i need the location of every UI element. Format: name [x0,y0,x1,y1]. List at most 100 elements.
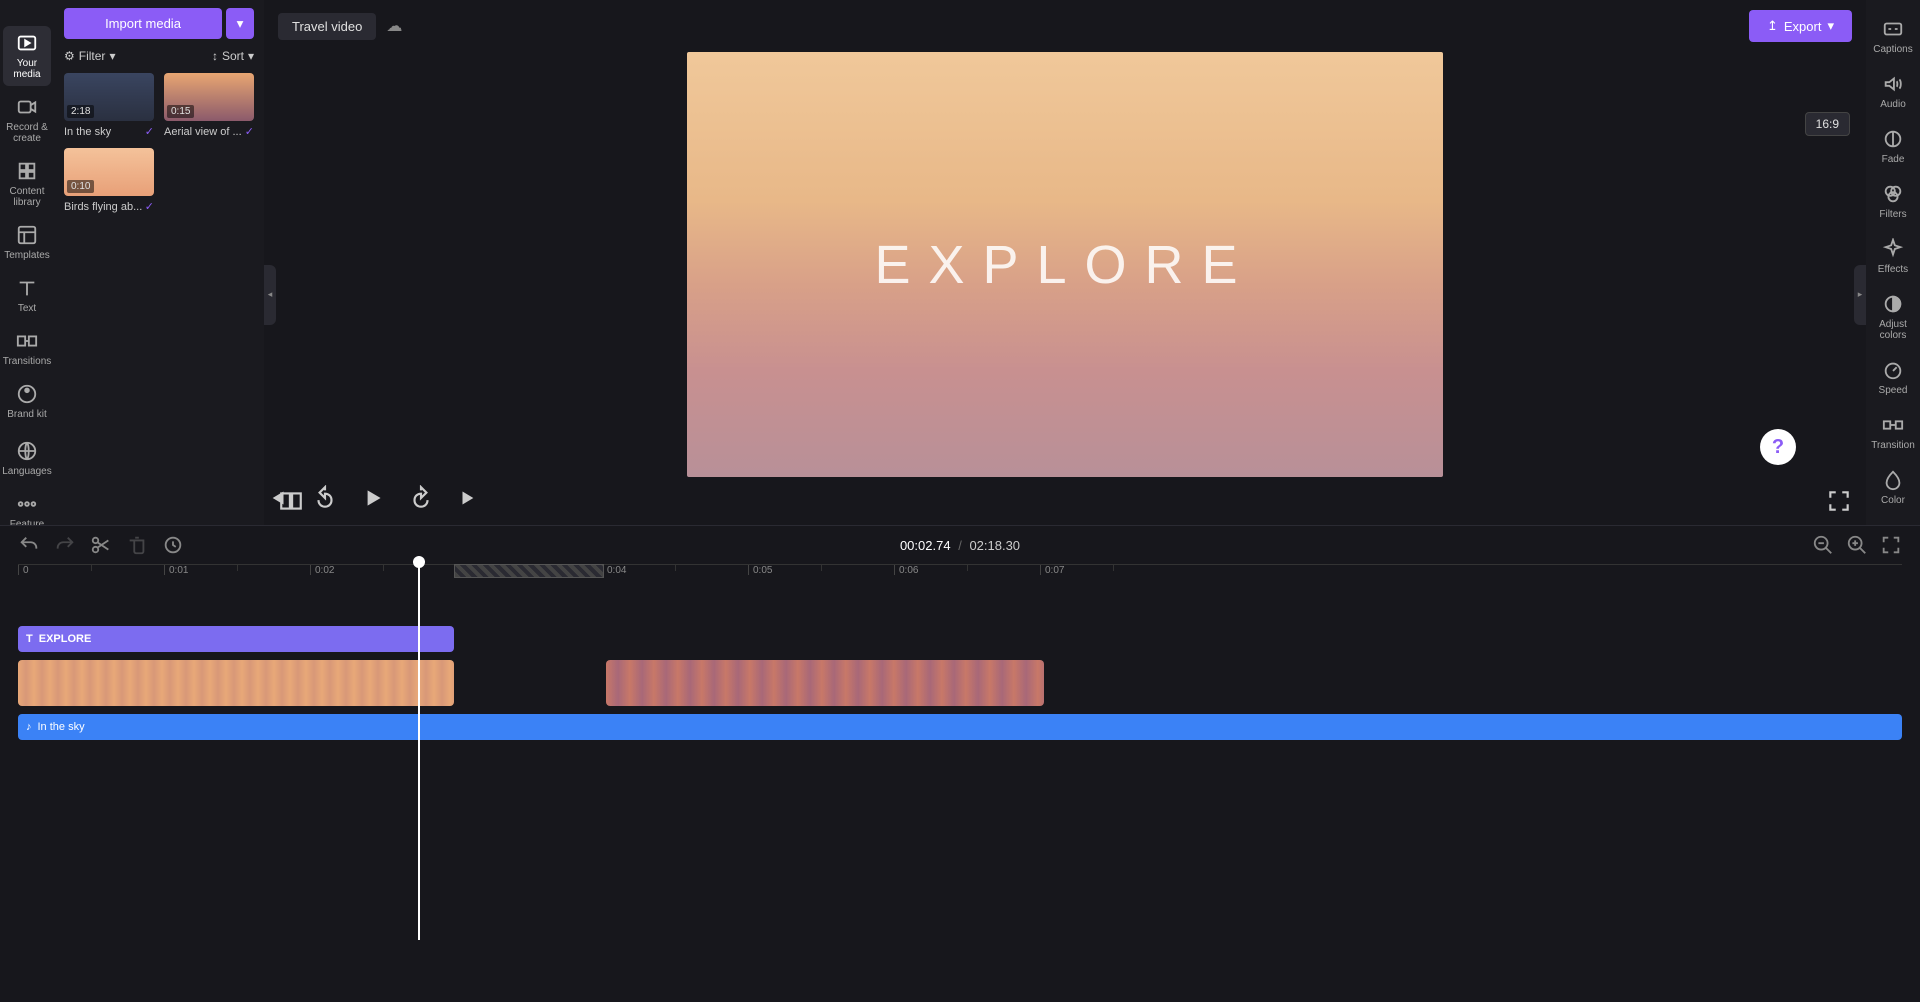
skip-forward-button[interactable] [456,485,482,511]
redo-button[interactable] [54,534,76,556]
split-button[interactable] [90,534,112,556]
chevron-down-icon: ▾ [1827,18,1834,34]
media-item[interactable]: 2:18 In the sky✓ [64,73,154,138]
export-button[interactable]: ↥ Export ▾ [1749,10,1852,42]
video-track [18,660,1902,706]
audio-clip[interactable]: ♪ In the sky [18,714,1902,740]
chevron-down-icon: ▾ [109,49,115,63]
prop-speed[interactable]: Speed [1869,351,1917,404]
playhead[interactable] [418,564,420,940]
adjust-icon [1882,293,1904,315]
zoom-in-button[interactable] [1846,534,1868,556]
media-item[interactable]: 0:10 Birds flying ab...✓ [64,148,154,213]
audio-clip-label: In the sky [38,721,85,733]
media-item[interactable]: 0:15 Aerial view of ...✓ [164,73,254,138]
prop-label: Transition [1871,440,1915,451]
sort-icon: ↕ [212,49,218,63]
collapse-right-panel[interactable]: ▸ [1854,265,1866,325]
ruler-mark: 0:06 [894,565,918,575]
check-icon: ✓ [245,125,254,138]
timeline-ruler[interactable]: 00:010:020:030:040:050:060:07 [18,564,1902,586]
zoom-out-button[interactable] [1812,534,1834,556]
timeline-section: 00:02.74 / 02:18.30 00:010:020:030:040:0… [0,525,1920,1002]
fullscreen-button[interactable] [1826,488,1852,514]
prop-label: Audio [1880,99,1906,110]
prop-adjust-colors[interactable]: Adjust colors [1869,285,1917,349]
prop-audio[interactable]: Audio [1869,65,1917,118]
templates-icon [16,224,38,246]
aspect-ratio-badge[interactable]: 16:9 [1805,112,1850,136]
media-thumbnail: 2:18 [64,73,154,121]
chevron-down-icon: ▾ [248,49,254,63]
rail-label: Content library [3,186,51,208]
video-canvas[interactable]: EXPLORE [687,52,1443,477]
video-clip-1[interactable] [18,660,454,706]
media-icon [16,32,38,54]
rewind-button[interactable] [312,485,338,511]
help-button[interactable]: ? [1760,429,1796,465]
rail-label: Templates [4,250,50,261]
import-media-dropdown[interactable]: ▾ [226,8,254,39]
filter-button[interactable]: ⚙ Filter ▾ [64,49,115,63]
rail-label: Languages [2,466,52,477]
prop-effects[interactable]: Effects [1869,230,1917,283]
record-icon [16,96,38,118]
project-title[interactable]: Travel video [278,13,376,40]
video-clip-2[interactable] [606,660,1044,706]
ruler-mark: 0:07 [1040,565,1064,575]
media-title: In the sky [64,126,111,138]
transitions-icon [16,330,38,352]
prop-filters[interactable]: Filters [1869,175,1917,228]
rail-label: Text [18,303,36,314]
rail-label: Transitions [3,356,52,367]
delete-button[interactable] [126,534,148,556]
check-icon: ✓ [145,200,154,213]
rail-label: Your media [3,58,51,80]
flag-icon [16,493,38,515]
text-type-icon: T [26,633,33,645]
media-title: Aerial view of ... [164,126,242,138]
sidebar-item-your-media[interactable]: Your media [3,26,51,86]
timeline-tracks: T EXPLORE ♪ In the sky [18,586,1902,740]
library-icon [16,160,38,182]
collapse-left-panel[interactable]: ◂ [264,265,276,325]
transition-icon [1882,414,1904,436]
upload-icon: ↥ [1767,18,1778,34]
export-label: Export [1784,19,1822,34]
prop-label: Filters [1879,209,1906,220]
media-duration: 2:18 [67,105,94,118]
rail-label: Record & create [3,122,51,144]
zoom-fit-button[interactable] [1880,534,1902,556]
sidebar-item-languages[interactable]: Languages [3,434,51,483]
text-clip[interactable]: T EXPLORE [18,626,454,652]
sidebar-item-text[interactable]: Text [3,271,51,320]
prop-label: Adjust colors [1869,319,1917,341]
compare-icon[interactable] [278,488,304,514]
filters-icon [1882,183,1904,205]
undo-button[interactable] [18,534,40,556]
effects-icon [1882,238,1904,260]
prop-color[interactable]: Color [1869,461,1917,514]
ruler-mark: 0:04 [602,565,626,575]
audio-track: ♪ In the sky [18,714,1902,740]
import-media-button[interactable]: Import media [64,8,222,39]
prop-captions[interactable]: Captions [1869,10,1917,63]
sidebar-item-transitions[interactable]: Transitions [3,324,51,373]
audio-detach-button[interactable] [162,534,184,556]
text-track: T EXPLORE [18,626,1902,652]
gap-indicator[interactable] [454,564,604,578]
sort-button[interactable]: ↕ Sort ▾ [212,49,254,63]
text-icon [16,277,38,299]
forward-button[interactable] [408,485,434,511]
right-properties-rail: Captions Audio Fade Filters Effects Adju… [1866,0,1920,525]
sidebar-item-record-create[interactable]: Record & create [3,90,51,150]
prop-transition[interactable]: Transition [1869,406,1917,459]
sidebar-item-content-library[interactable]: Content library [3,154,51,214]
captions-icon [1882,18,1904,40]
media-thumbnail: 0:10 [64,148,154,196]
play-button[interactable] [360,485,386,511]
prop-fade[interactable]: Fade [1869,120,1917,173]
sidebar-item-templates[interactable]: Templates [3,218,51,267]
cloud-sync-icon: ☁ [386,16,402,36]
sidebar-item-brand-kit[interactable]: Brand kit [3,377,51,426]
